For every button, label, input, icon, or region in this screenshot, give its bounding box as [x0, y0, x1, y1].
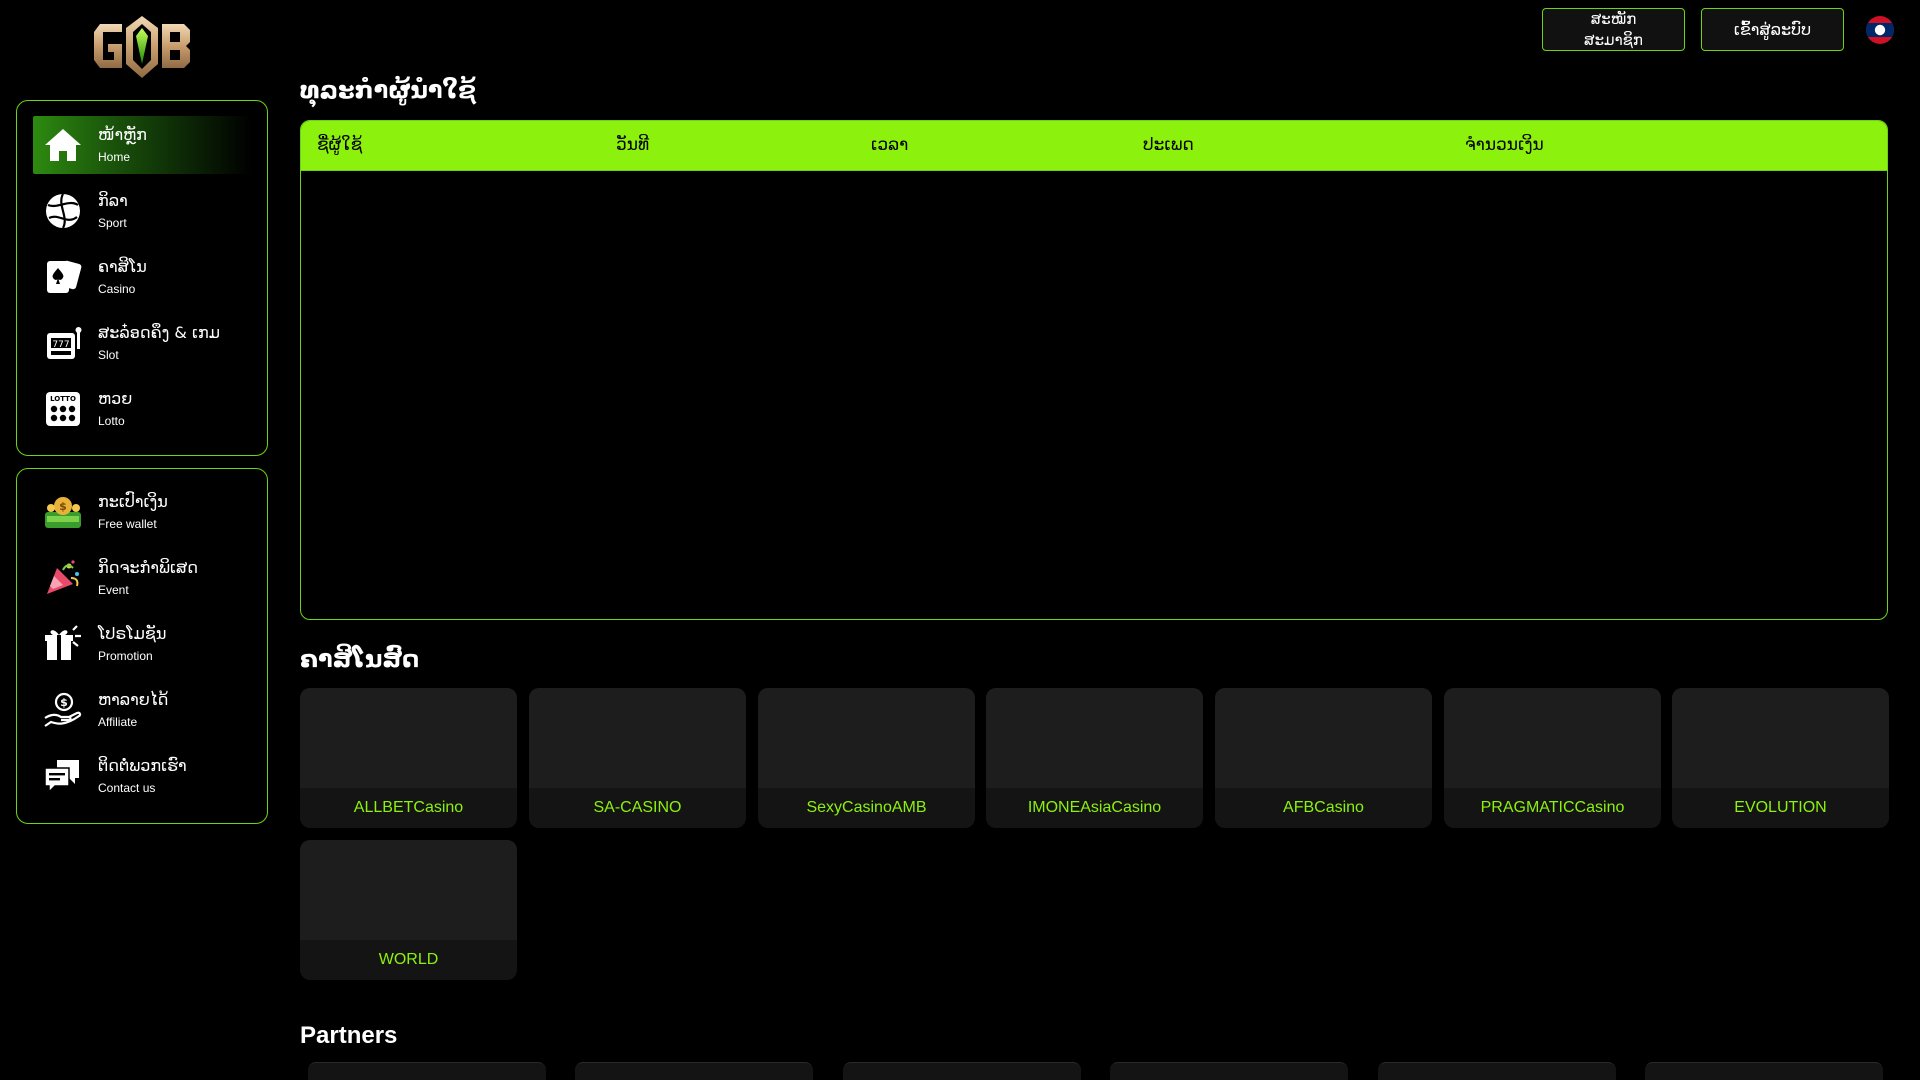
sidebar-item-label: ໂປຣໂມຊັນ — [98, 624, 167, 643]
partner-card[interactable] — [575, 1062, 813, 1080]
transactions-table: ຊື່ຜູ້ໃຊ້ ວັນທີ ເວລາ ປະເພດ ຈຳນວນເງິນ — [300, 120, 1888, 620]
login-button[interactable]: ເຂົ້າສູ່ລະບົບ — [1701, 8, 1844, 51]
sidebar-item-label: ຄາສິໂນ — [98, 257, 147, 276]
game-name: PRAGMATICCasino — [1480, 799, 1625, 816]
sidebar-item-sublabel: Event — [98, 583, 129, 597]
game-card-evolution[interactable]: EVOLUTION — [1672, 688, 1889, 828]
game-thumbnail — [529, 688, 746, 788]
partner-card[interactable] — [1645, 1062, 1883, 1080]
partner-card[interactable] — [1378, 1062, 1616, 1080]
sidebar-item-sublabel: Sport — [98, 216, 127, 230]
sidebar-item-label: ກິດຈະກຳພິເສດ — [98, 558, 198, 577]
game-name: IMONEAsiaCasino — [1027, 799, 1162, 816]
sidebar-item-free-wallet[interactable]: $ ກະເປົາເງິນ Free wallet — [33, 483, 251, 541]
sidebar-item-sublabel: Home — [98, 150, 131, 164]
sidebar-item-label: ຫວຍ — [98, 389, 133, 408]
sidebar-item-label: ຫາລາຍໄດ້ — [98, 690, 169, 709]
sidebar-item-label: ຕິດຕໍ່ພວກເຮົາ — [98, 756, 187, 775]
brand-logo[interactable] — [92, 14, 192, 80]
gift-icon — [43, 624, 83, 664]
sidebar-item-label: ກິລາ — [98, 191, 128, 210]
sidebar-item-promotion[interactable]: ໂປຣໂມຊັນ Promotion — [33, 615, 251, 673]
transactions-title: ທຸລະກຳຜູ້ນຳໃຊ້ — [300, 76, 476, 104]
partners-title: Partners — [300, 1022, 398, 1049]
sidebar-extra-nav: $ ກະເປົາເງິນ Free wallet ກິດຈະກຳພິເສດ Ev… — [16, 468, 268, 824]
column-header-date: ວັນທີ — [616, 135, 650, 155]
svg-text:$: $ — [60, 696, 68, 709]
column-header-time: ເວລາ — [871, 135, 909, 155]
game-thumbnail — [300, 688, 517, 788]
sidebar-main-nav: ໜ້າຫຼັກ Home ກິລາ Sport ຄາສິໂນ Casino 77… — [16, 100, 268, 456]
game-thumbnail — [1672, 688, 1889, 788]
sidebar-item-sublabel: Contact us — [98, 781, 156, 795]
sidebar-item-sublabel: Lotto — [98, 414, 125, 428]
header-actions: ສະໝັກ ສະມາຊິກ ເຂົ້າສູ່ລະບົບ — [1542, 8, 1894, 51]
register-button[interactable]: ສະໝັກ ສະມາຊິກ — [1542, 8, 1685, 51]
sidebar-item-sublabel: Casino — [98, 282, 136, 296]
sidebar-item-label: ໜ້າຫຼັກ — [98, 125, 147, 144]
svg-text:777: 777 — [52, 340, 69, 350]
game-card-sexy-casino[interactable]: SexyCasinoAMB — [758, 688, 975, 828]
sidebar-item-label: ກະເປົາເງິນ — [98, 492, 168, 511]
sidebar-item-event[interactable]: ກິດຈະກຳພິເສດ Event — [33, 549, 251, 607]
game-thumbnail — [986, 688, 1203, 788]
game-thumbnail — [300, 840, 517, 940]
game-thumbnail — [1444, 688, 1661, 788]
page: ສະໝັກ ສະມາຊິກ ເຂົ້າສູ່ລະບົບ ໜ້າຫຼັກ Home — [0, 0, 1920, 1080]
sidebar-item-lotto[interactable]: LOTTO ຫວຍ Lotto — [33, 380, 251, 438]
game-card-pragmatic[interactable]: PRAGMATICCasino — [1444, 688, 1661, 828]
game-name: EVOLUTION — [1734, 799, 1827, 816]
live-casino-title: ຄາສິໂນສົດ — [300, 645, 420, 673]
game-name: SexyCasinoAMB — [806, 799, 927, 816]
sidebar-item-sublabel: Affiliate — [98, 715, 138, 729]
game-name: ALLBETCasino — [353, 799, 464, 816]
sidebar-item-label: ສະລ໋ອດຄຶງ & ເກມ — [98, 323, 220, 342]
partner-card[interactable] — [843, 1062, 1081, 1080]
column-header-type: ປະເພດ — [1143, 135, 1194, 155]
game-card-imone-asia[interactable]: IMONEAsiaCasino — [986, 688, 1203, 828]
game-card-sa-casino[interactable]: SA-CASINO — [529, 688, 746, 828]
partner-card[interactable] — [308, 1062, 546, 1080]
game-card-afb[interactable]: AFBCasino — [1215, 688, 1432, 828]
game-name: AFBCasino — [1283, 799, 1364, 816]
wallet-icon: $ — [43, 492, 83, 532]
partner-card[interactable] — [1110, 1062, 1348, 1080]
sidebar-item-slot[interactable]: 777 ສະລ໋ອດຄຶງ & ເກມ Slot — [33, 314, 251, 372]
ball-icon — [43, 191, 83, 231]
game-thumbnail — [758, 688, 975, 788]
lotto-icon: LOTTO — [43, 389, 83, 429]
sidebar-item-home[interactable]: ໜ້າຫຼັກ Home — [33, 116, 251, 174]
sidebar-item-sublabel: Slot — [98, 348, 119, 362]
table-header: ຊື່ຜູ້ໃຊ້ ວັນທີ ເວລາ ປະເພດ ຈຳນວນເງິນ — [301, 121, 1887, 171]
home-icon — [43, 125, 83, 165]
partners-row — [300, 1062, 1890, 1080]
sidebar-item-sublabel: Promotion — [98, 649, 153, 663]
sidebar-item-casino[interactable]: ຄາສິໂນ Casino — [33, 248, 251, 306]
svg-text:LOTTO: LOTTO — [50, 395, 76, 403]
sidebar-item-sport[interactable]: ກິລາ Sport — [33, 182, 251, 240]
sidebar-item-sublabel: Free wallet — [98, 517, 157, 531]
chat-icon — [43, 756, 83, 796]
cards-icon — [43, 257, 83, 297]
column-header-amount: ຈຳນວນເງິນ — [1465, 135, 1544, 155]
game-thumbnail — [1215, 688, 1432, 788]
lao-flag-icon[interactable] — [1866, 15, 1894, 44]
sidebar-item-contact-us[interactable]: ຕິດຕໍ່ພວກເຮົາ Contact us — [33, 747, 251, 805]
game-card-allbet[interactable]: ALLBETCasino — [300, 688, 517, 828]
money-hand-icon: $ — [43, 690, 83, 730]
sidebar-item-affiliate[interactable]: $ ຫາລາຍໄດ້ Affiliate — [33, 681, 251, 739]
slot-machine-icon: 777 — [43, 323, 83, 363]
game-name: SA-CASINO — [593, 799, 682, 816]
svg-text:$: $ — [59, 500, 67, 513]
column-header-username: ຊື່ຜູ້ໃຊ້ — [317, 135, 363, 155]
party-popper-icon — [43, 558, 83, 598]
game-name: WORLD — [378, 951, 439, 968]
game-card-world[interactable]: WORLD — [300, 840, 517, 980]
